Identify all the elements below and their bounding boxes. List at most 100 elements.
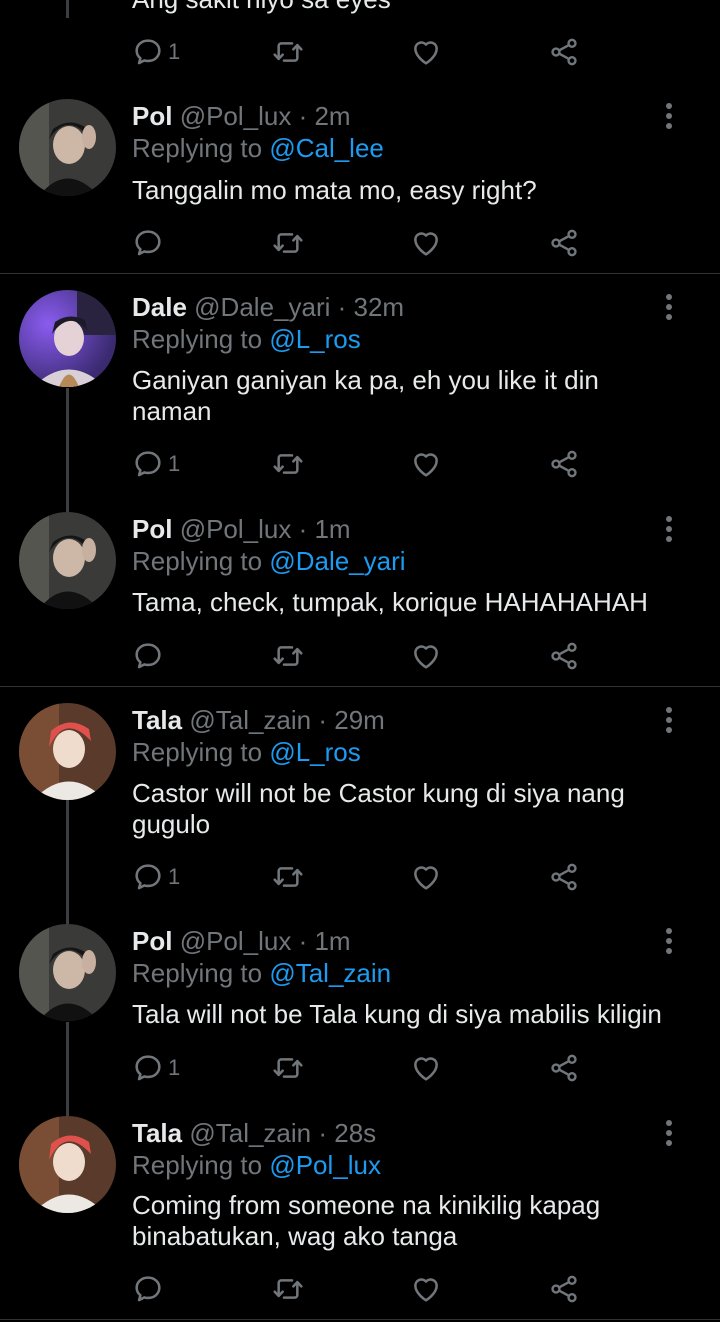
divider	[0, 1319, 720, 1320]
share-button[interactable]	[548, 1271, 580, 1307]
mention-link[interactable]: @L_ros	[269, 324, 360, 354]
tweet-header: Pol @Pol_lux · 1m	[132, 514, 351, 544]
share-button[interactable]	[548, 446, 580, 482]
replying-label: Replying to	[132, 324, 270, 354]
mention-link[interactable]: @Tal_zain	[269, 958, 391, 988]
timestamp[interactable]: 29m	[334, 705, 385, 735]
share-button[interactable]	[548, 225, 580, 261]
retweet-button[interactable]	[272, 446, 304, 482]
avatar[interactable]	[19, 703, 116, 800]
mention-link[interactable]: @Dale_yari	[269, 546, 405, 576]
avatar[interactable]	[19, 512, 116, 609]
share-button[interactable]	[548, 1050, 580, 1086]
mention-link[interactable]: @L_ros	[269, 737, 360, 767]
tweet-header: Pol @Pol_lux · 2m	[132, 101, 351, 131]
reply-button[interactable]: 1	[132, 446, 180, 482]
display-name[interactable]: Tala	[132, 1118, 182, 1148]
replying-to: Replying to @Cal_lee	[132, 133, 384, 163]
separator: ·	[311, 1118, 335, 1148]
tweet-actions: 1	[132, 1050, 592, 1086]
retweet-button[interactable]	[272, 1271, 304, 1307]
reply-button[interactable]: 1	[132, 1050, 180, 1086]
mention-link[interactable]: @Cal_lee	[269, 133, 384, 163]
heart-icon	[410, 1052, 442, 1084]
share-icon	[548, 227, 580, 259]
retweet-icon	[272, 1052, 304, 1084]
share-icon	[548, 1273, 580, 1305]
like-button[interactable]	[410, 1271, 442, 1307]
retweet-button[interactable]	[272, 859, 304, 895]
retweet-icon	[272, 227, 304, 259]
user-handle[interactable]: @Pol_lux	[180, 926, 292, 956]
share-button[interactable]	[548, 638, 580, 674]
tweet-actions	[132, 1271, 592, 1307]
tweet-text: Ang sakit niyo sa eyes	[132, 0, 391, 15]
timestamp[interactable]: 2m	[314, 101, 350, 131]
display-name[interactable]: Pol	[132, 514, 172, 544]
like-button[interactable]	[410, 225, 442, 261]
retweet-icon	[272, 861, 304, 893]
timestamp[interactable]: 32m	[354, 292, 405, 322]
retweet-button[interactable]	[272, 1050, 304, 1086]
tweet-header: Pol @Pol_lux · 1m	[132, 926, 351, 956]
display-name[interactable]: Pol	[132, 926, 172, 956]
user-handle[interactable]: @Tal_zain	[189, 705, 311, 735]
more-vertical-icon[interactable]	[656, 1118, 682, 1148]
user-handle[interactable]: @Pol_lux	[180, 101, 292, 131]
timestamp[interactable]: 1m	[314, 514, 350, 544]
share-icon	[548, 861, 580, 893]
timestamp[interactable]: 1m	[314, 926, 350, 956]
reply-icon	[132, 861, 164, 893]
separator: ·	[291, 514, 315, 544]
display-name[interactable]: Dale	[132, 292, 187, 322]
user-handle[interactable]: @Dale_yari	[194, 292, 330, 322]
avatar[interactable]	[19, 290, 116, 387]
display-name[interactable]: Pol	[132, 101, 172, 131]
share-button[interactable]	[548, 859, 580, 895]
more-vertical-icon[interactable]	[656, 101, 682, 131]
reply-icon	[132, 640, 164, 672]
tweet-actions: 1	[132, 34, 592, 70]
separator: ·	[311, 705, 335, 735]
retweet-icon	[272, 448, 304, 480]
like-button[interactable]	[410, 638, 442, 674]
reply-button[interactable]	[132, 1271, 168, 1307]
divider	[0, 686, 720, 687]
like-button[interactable]	[410, 859, 442, 895]
avatar[interactable]	[19, 99, 116, 196]
tweet-text: Ganiyan ganiyan ka pa, eh you like it di…	[132, 365, 599, 426]
retweet-button[interactable]	[272, 225, 304, 261]
like-button[interactable]	[410, 1050, 442, 1086]
user-handle[interactable]: @Tal_zain	[189, 1118, 311, 1148]
more-vertical-icon[interactable]	[656, 514, 682, 544]
like-button[interactable]	[410, 446, 442, 482]
heart-icon	[410, 640, 442, 672]
heart-icon	[410, 36, 442, 68]
avatar[interactable]	[19, 924, 116, 1021]
share-icon	[548, 1052, 580, 1084]
retweet-button[interactable]	[272, 34, 304, 70]
retweet-button[interactable]	[272, 638, 304, 674]
reply-icon	[132, 227, 164, 259]
reply-button[interactable]	[132, 225, 168, 261]
like-button[interactable]	[410, 34, 442, 70]
timestamp[interactable]: 28s	[334, 1118, 376, 1148]
user-handle[interactable]: @Pol_lux	[180, 514, 292, 544]
reply-count: 1	[168, 451, 181, 476]
more-vertical-icon[interactable]	[656, 292, 682, 322]
reply-button[interactable]: 1	[132, 34, 180, 70]
display-name[interactable]: Tala	[132, 705, 182, 735]
more-vertical-icon[interactable]	[656, 705, 682, 735]
share-button[interactable]	[548, 34, 580, 70]
heart-icon	[410, 1273, 442, 1305]
replying-label: Replying to	[132, 1150, 270, 1180]
tweet-header: Tala @Tal_zain · 28s	[132, 1118, 376, 1148]
tweet-text: Tanggalin mo mata mo, easy right?	[132, 175, 537, 205]
reply-button[interactable]: 1	[132, 859, 180, 895]
retweet-icon	[272, 36, 304, 68]
tweet-text: Castor will not be Castor kung di siya n…	[132, 778, 625, 839]
reply-button[interactable]	[132, 638, 168, 674]
avatar[interactable]	[19, 1116, 116, 1213]
more-vertical-icon[interactable]	[656, 926, 682, 956]
mention-link[interactable]: @Pol_lux	[269, 1150, 381, 1180]
